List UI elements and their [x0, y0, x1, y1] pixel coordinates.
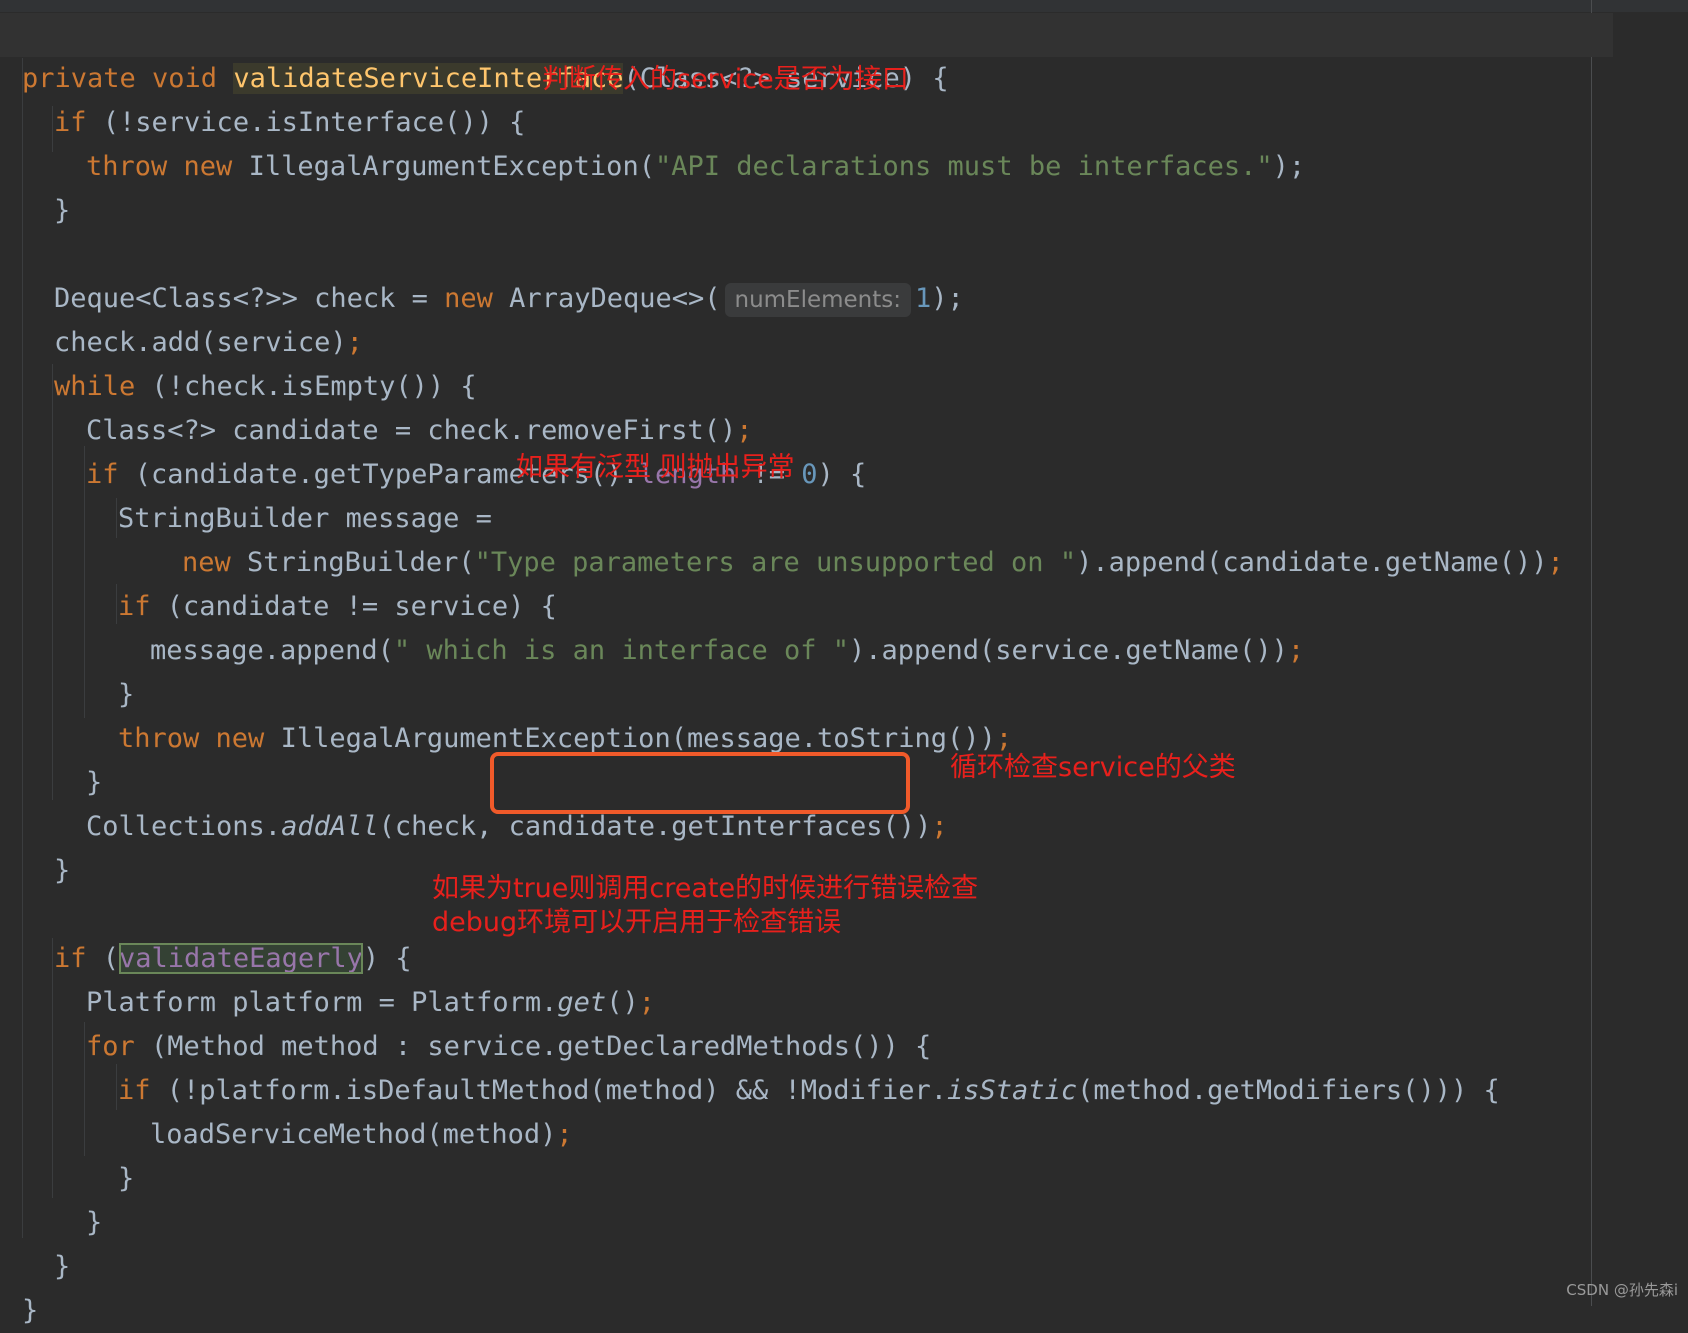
token-text: (check, — [378, 811, 509, 842]
token-text: IllegalArgumentException(message.toStrin… — [264, 723, 996, 754]
token-text: candidate.getInterfaces() — [508, 811, 916, 842]
code-line[interactable]: if (!platform.isDefaultMethod(method) &&… — [0, 1025, 1500, 1106]
token-keyword: throw new — [86, 151, 233, 182]
token-brace: } — [54, 1251, 71, 1282]
code-line[interactable]: loadServiceMethod(method); — [0, 1069, 573, 1150]
code-line[interactable]: Deque<Class<?>> check = new ArrayDeque<>… — [0, 233, 964, 317]
code-line[interactable]: check.add(service); — [0, 277, 363, 358]
token-text: IllegalArgumentException( — [232, 151, 655, 182]
token-brace: } — [86, 1207, 103, 1238]
token-text: ); — [931, 283, 964, 314]
token-number: 0 — [801, 459, 818, 490]
watermark: CSDN @孙先森i — [1566, 1281, 1678, 1299]
code-line[interactable]: for (Method method : service.getDeclared… — [0, 981, 931, 1062]
token-semicolon: ; — [995, 723, 1013, 754]
annotation-service-interface-check: 判断传入的service是否为接口 — [542, 64, 909, 95]
code-line[interactable]: } — [0, 1245, 38, 1326]
token-text: Collections. — [86, 811, 282, 842]
token-string: "API declarations must be interfaces." — [654, 151, 1273, 182]
code-line[interactable]: while (!check.isEmpty()) { — [0, 321, 477, 402]
annotation-check-parent-interfaces: 循环检查service的父类 — [950, 752, 1236, 783]
token-text: ).append(candidate.getName()) — [1076, 547, 1548, 578]
token-brace: } — [22, 1295, 39, 1326]
token-semicolon: ; — [931, 811, 948, 842]
code-line[interactable]: throw new IllegalArgumentException(messa… — [0, 673, 1012, 754]
code-line[interactable]: } — [0, 145, 70, 226]
token-brace: } — [54, 195, 71, 226]
token-text: (method.getModifiers())) { — [1077, 1075, 1500, 1106]
code-line[interactable]: } — [0, 717, 102, 798]
token-semicolon: ; — [1547, 547, 1564, 578]
code-line[interactable]: if (!service.isInterface()) { — [0, 57, 525, 138]
token-semicolon: ; — [556, 1119, 573, 1150]
code-line[interactable]: private void validateServiceInterface(Cl… — [0, 13, 1613, 94]
token-string: " which is an interface of " — [393, 635, 849, 666]
token-keyword: new — [444, 283, 493, 314]
code-line[interactable]: if (candidate.getTypeParameters().length… — [0, 409, 866, 490]
token-brace: } — [54, 855, 71, 886]
token-string: "Type parameters are unsupported on " — [474, 547, 1077, 578]
editor-top-bar — [0, 0, 1688, 12]
code-line[interactable]: Platform platform = Platform.get(); — [0, 937, 655, 1018]
token-brace: } — [118, 1163, 135, 1194]
code-line[interactable]: } — [0, 629, 134, 710]
token-text: loadServiceMethod(method) — [150, 1119, 557, 1150]
code-line[interactable]: throw new IllegalArgumentException("API … — [0, 101, 1305, 182]
annotation-validate-eagerly: 如果为true则调用create的时候进行错误检查 — [432, 873, 979, 904]
annotation-debug-env: debug环境可以开启用于检查错误 — [432, 907, 842, 938]
token-semicolon: ; — [1287, 635, 1305, 666]
token-text: ArrayDeque<>( — [492, 283, 721, 314]
token-static-method: addAll — [281, 811, 379, 842]
right-margin-guide — [1591, 0, 1592, 1306]
code-line[interactable]: } — [0, 1157, 102, 1238]
token-number: 1 — [915, 283, 932, 314]
code-line[interactable]: Class<?> candidate = check.removeFirst()… — [0, 365, 752, 446]
code-line[interactable]: } — [0, 1201, 70, 1282]
code-line[interactable]: new StringBuilder("Type parameters are u… — [0, 497, 1564, 578]
token-text: ) { — [817, 459, 867, 490]
token-keyword: throw new — [118, 723, 265, 754]
token-text: message.append( — [150, 635, 394, 666]
parameter-hint: numElements: — [724, 282, 912, 317]
token-text: ); — [1272, 151, 1306, 182]
code-line[interactable]: } — [0, 805, 70, 886]
code-line[interactable]: } — [0, 1113, 134, 1194]
code-line[interactable]: message.append(" which is an interface o… — [0, 585, 1304, 666]
token-text: ).append(service.getName()) — [849, 635, 1288, 666]
token-text: ) — [915, 811, 932, 842]
code-line[interactable]: if (candidate != service) { — [0, 541, 557, 622]
highlight-box — [490, 752, 910, 814]
code-line[interactable]: StringBuilder message = — [0, 453, 492, 534]
token-static-method: isStatic — [947, 1075, 1078, 1106]
code-line[interactable]: if (validateEagerly) { — [0, 893, 412, 974]
annotation-generic-exception: 如果有泛型 则抛出异常 — [516, 452, 795, 483]
